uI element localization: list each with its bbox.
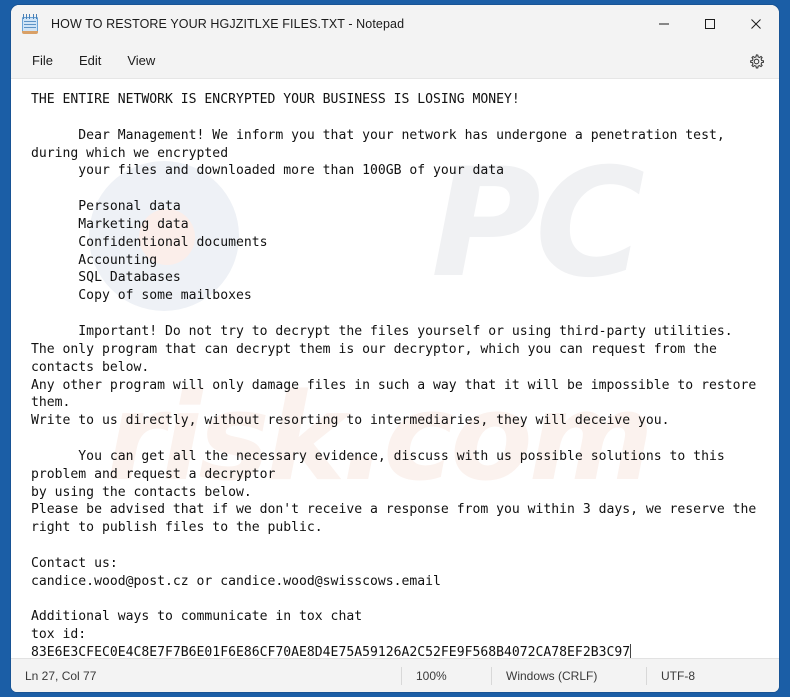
- menu-item-edit[interactable]: Edit: [66, 48, 114, 73]
- minimize-button[interactable]: [641, 5, 687, 43]
- note-line: THE ENTIRE NETWORK IS ENCRYPTED YOUR BUS…: [31, 92, 520, 107]
- status-encoding[interactable]: UTF-8: [646, 666, 709, 685]
- close-button[interactable]: [733, 5, 779, 43]
- note-line: Dear Management! We inform you that your…: [31, 127, 725, 143]
- maximize-button[interactable]: [687, 5, 733, 43]
- menu-bar: File Edit View: [11, 43, 779, 79]
- note-line: your files and downloaded more than 100G…: [31, 163, 504, 179]
- note-line: [31, 180, 771, 198]
- note-line: Contact us:: [31, 555, 118, 571]
- status-bar: Ln 27, Col 77 100% Windows (CRLF) UTF-8: [11, 658, 779, 692]
- note-line: right to publish files to the public.: [31, 520, 323, 536]
- status-zoom-level[interactable]: 100%: [401, 666, 491, 685]
- note-line: Please be advised that if we don't recei…: [31, 502, 757, 518]
- note-line: [31, 591, 771, 609]
- note-line: Write to us directly, without resorting …: [31, 413, 670, 429]
- close-icon: [751, 19, 761, 29]
- screen-root: HOW TO RESTORE YOUR HGJZITLXE FILES.TXT …: [0, 0, 790, 697]
- note-line: during which we encrypted: [31, 145, 229, 161]
- note-line: them.: [31, 395, 71, 411]
- title-bar[interactable]: HOW TO RESTORE YOUR HGJZITLXE FILES.TXT …: [11, 5, 779, 43]
- note-line: Personal data: [31, 199, 181, 215]
- note-line: [31, 537, 771, 555]
- note-line: problem and request a decryptor: [31, 466, 276, 482]
- note-line: [31, 109, 771, 127]
- note-line: Accounting: [31, 252, 158, 268]
- note-line: The only program that can decrypt them i…: [31, 341, 717, 357]
- settings-button[interactable]: [741, 46, 771, 76]
- window-controls: [641, 5, 779, 43]
- text-caret: [630, 644, 632, 658]
- note-line: [31, 305, 771, 323]
- gear-icon: [749, 53, 764, 68]
- note-line: Copy of some mailboxes: [31, 288, 252, 304]
- status-line-ending[interactable]: Windows (CRLF): [491, 666, 646, 685]
- note-line: 83E6E3CFEC0E4C8E7F7B6E01F6E86CF70AE8D4E7…: [31, 644, 632, 658]
- note-line: Marketing data: [31, 216, 189, 232]
- menu-item-file[interactable]: File: [19, 48, 66, 73]
- note-line: Confidentional documents: [31, 234, 268, 250]
- maximize-icon: [705, 19, 715, 29]
- status-cursor-position: Ln 27, Col 77: [25, 668, 97, 683]
- note-line: Any other program will only damage files…: [31, 377, 757, 393]
- note-line: SQL Databases: [31, 270, 181, 286]
- notepad-window: HOW TO RESTORE YOUR HGJZITLXE FILES.TXT …: [11, 5, 779, 692]
- minimize-icon: [659, 23, 669, 25]
- note-line: [31, 430, 771, 448]
- note-line: candice.wood@post.cz or candice.wood@swi…: [31, 573, 441, 589]
- editor-area[interactable]: PC risk.com THE ENTIRE NETWORK IS ENCRYP…: [11, 79, 779, 658]
- note-line: by using the contacts below.: [31, 484, 252, 500]
- note-line: tox id:: [31, 627, 87, 643]
- notepad-icon: [21, 14, 39, 34]
- note-line: Important! Do not try to decrypt the fil…: [31, 323, 733, 339]
- note-line: contacts below.: [31, 359, 150, 375]
- window-title: HOW TO RESTORE YOUR HGJZITLXE FILES.TXT …: [51, 17, 405, 31]
- ransom-note-text[interactable]: THE ENTIRE NETWORK IS ENCRYPTED YOUR BUS…: [11, 79, 779, 658]
- menu-item-view[interactable]: View: [114, 48, 168, 73]
- note-line: You can get all the necessary evidence, …: [31, 448, 725, 464]
- note-line: Additional ways to communicate in tox ch…: [31, 609, 363, 625]
